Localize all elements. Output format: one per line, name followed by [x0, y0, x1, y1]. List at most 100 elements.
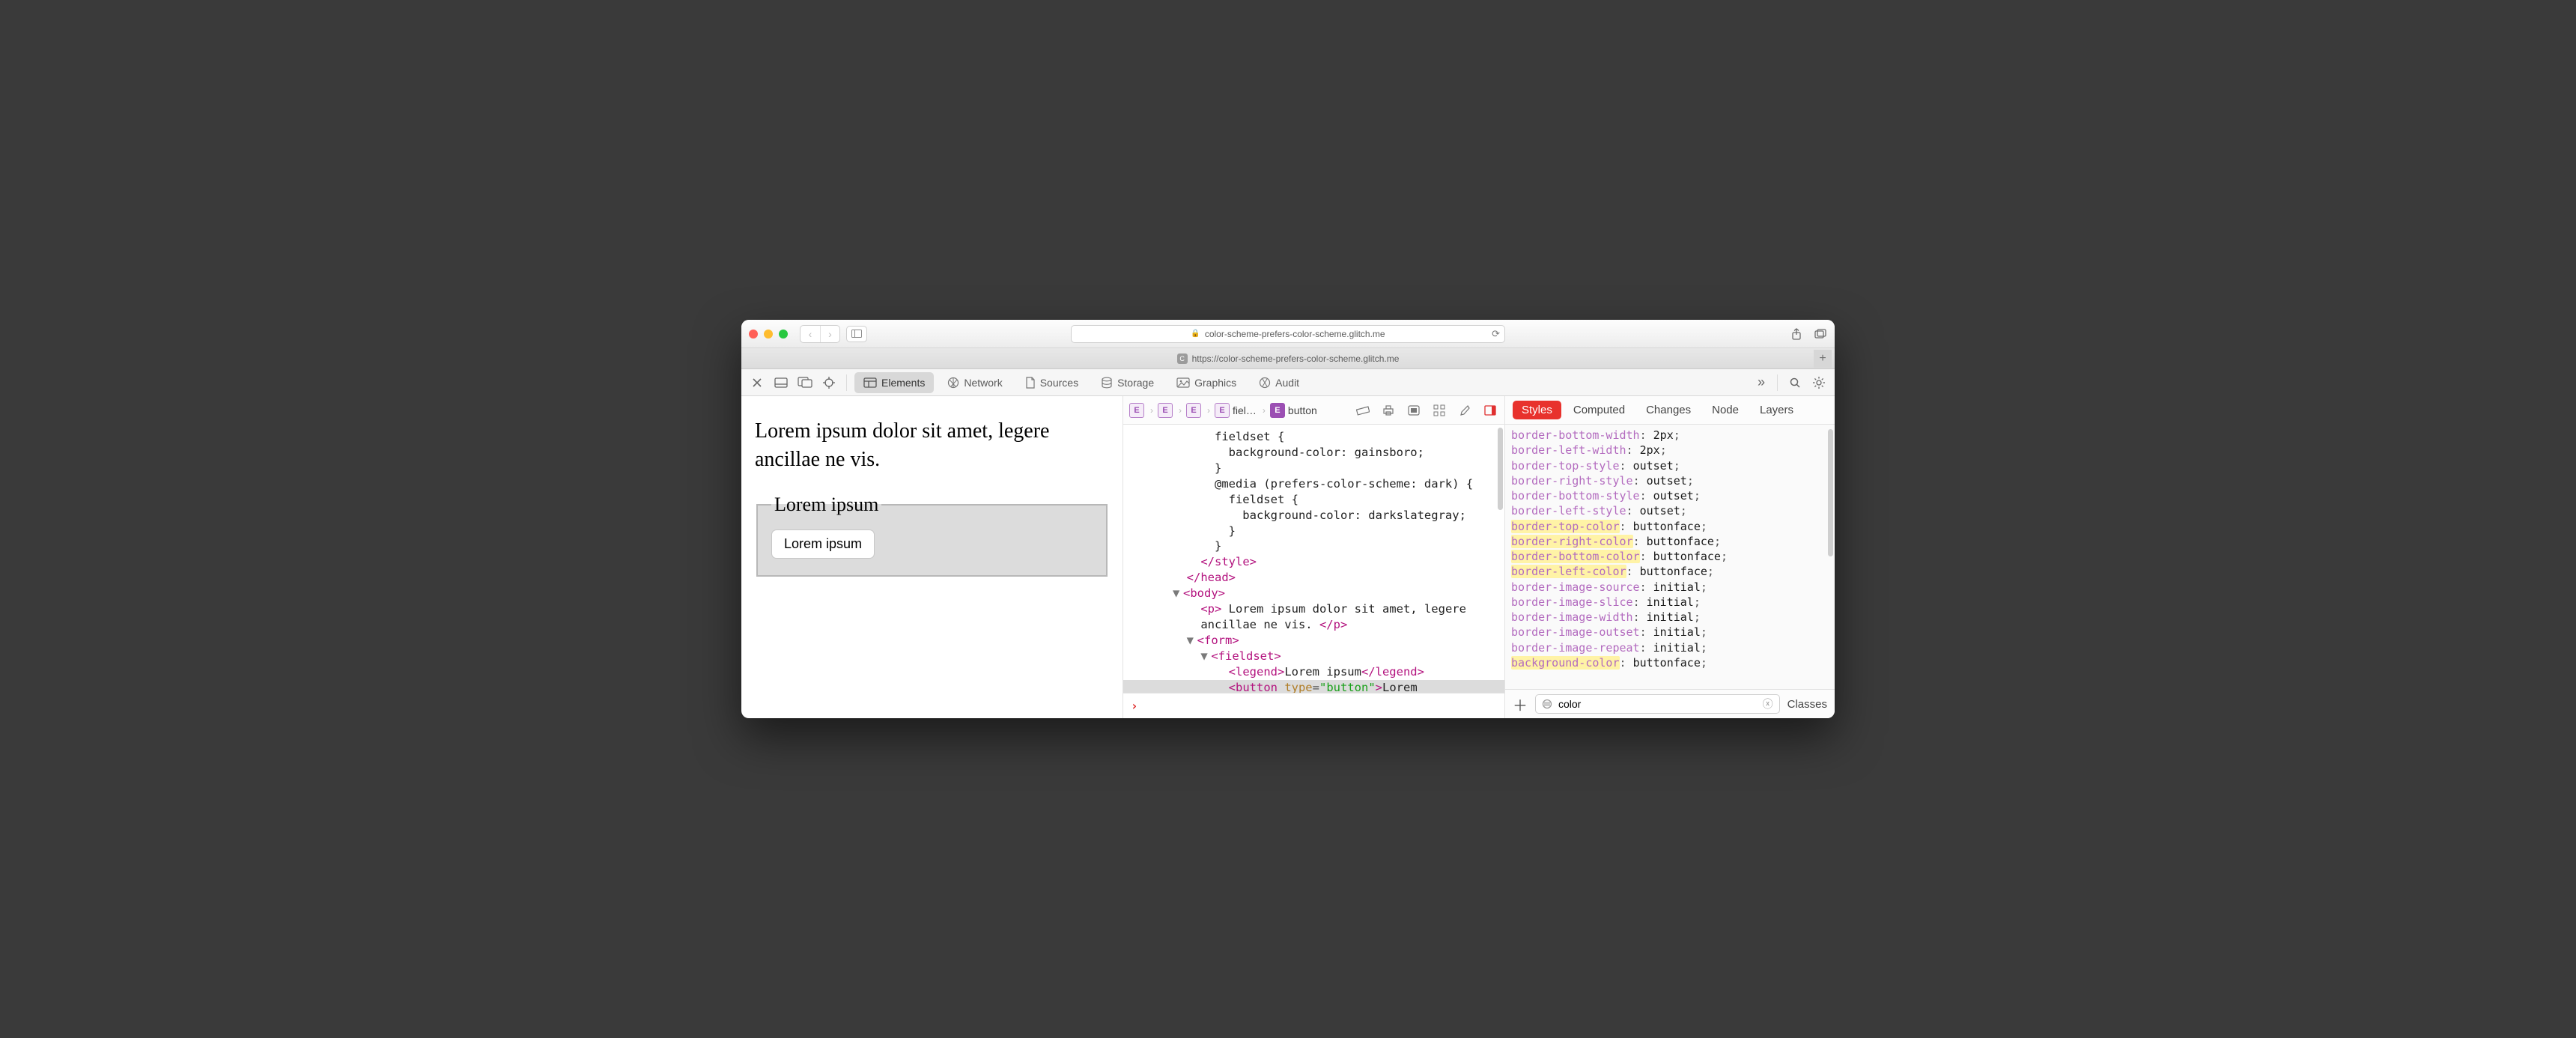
grid-icon[interactable]: [1431, 402, 1448, 419]
ruler-icon[interactable]: [1355, 402, 1371, 419]
style-property-row[interactable]: border-right-style: outset;: [1511, 473, 1829, 488]
styles-pane: Styles Computed Changes Node Layers bord…: [1505, 396, 1835, 718]
style-property-row[interactable]: border-bottom-color: buttonface;: [1511, 549, 1829, 564]
style-property-name: border-left-width: [1511, 443, 1626, 457]
page-fieldset: Lorem ipsum Lorem ipsum: [756, 494, 1108, 577]
tab-sources-label: Sources: [1040, 377, 1078, 389]
style-property-value: outset: [1633, 459, 1674, 473]
style-property-row[interactable]: border-image-repeat: initial;: [1511, 640, 1829, 655]
style-property-name: border-left-style: [1511, 504, 1626, 518]
crumb-html[interactable]: E›: [1129, 403, 1156, 418]
tab-elements[interactable]: Elements: [854, 372, 934, 393]
style-property-row[interactable]: border-bottom-width: 2px;: [1511, 428, 1829, 443]
crumb-form[interactable]: E›: [1186, 403, 1213, 418]
tabs-overview-icon[interactable]: [1814, 327, 1827, 341]
styles-footer: ＋ ⓧ Classes: [1505, 690, 1835, 718]
inspector-toolbar: Elements Network Sources Storage Graphic…: [741, 369, 1835, 396]
tab-audit[interactable]: Audit: [1250, 372, 1308, 393]
dock-bottom-icon[interactable]: [771, 373, 791, 392]
tab-storage[interactable]: Storage: [1092, 372, 1163, 393]
style-property-row[interactable]: border-top-color: buttonface;: [1511, 519, 1829, 534]
reload-icon[interactable]: ⟳: [1492, 328, 1500, 340]
styles-scrollbar[interactable]: [1828, 429, 1833, 556]
window-titlebar: ‹ › 🔒 color-scheme-prefers-color-scheme.…: [741, 320, 1835, 348]
style-property-row[interactable]: border-image-width: initial;: [1511, 610, 1829, 625]
styles-filter: ⓧ: [1535, 694, 1780, 714]
caret-icon[interactable]: ▼: [1173, 586, 1183, 601]
crumb-fieldset[interactable]: Efiel…›: [1215, 403, 1269, 418]
styles-tab-computed[interactable]: Computed: [1564, 401, 1634, 419]
close-window-icon[interactable]: [749, 330, 758, 339]
print-icon[interactable]: [1380, 402, 1397, 419]
styles-tab-layers[interactable]: Layers: [1751, 401, 1802, 419]
overflow-icon[interactable]: »: [1753, 374, 1770, 390]
style-property-name: border-image-width: [1511, 610, 1633, 624]
style-property-row[interactable]: border-left-style: outset;: [1511, 503, 1829, 518]
style-property-name: border-bottom-color: [1511, 550, 1640, 563]
page-paragraph: Lorem ipsum dolor sit amet, legere ancil…: [755, 417, 1109, 474]
force-state-icon[interactable]: [1406, 402, 1422, 419]
tab-graphics[interactable]: Graphics: [1167, 372, 1245, 393]
close-inspector-icon[interactable]: [747, 373, 767, 392]
style-property-value: 2px: [1640, 443, 1660, 457]
style-property-name: border-bottom-style: [1511, 489, 1640, 503]
style-property-name: border-top-color: [1511, 520, 1620, 533]
styles-tab-styles[interactable]: Styles: [1513, 401, 1561, 419]
share-icon[interactable]: [1790, 327, 1803, 341]
crumb-body[interactable]: E›: [1158, 403, 1185, 418]
forward-button[interactable]: ›: [820, 326, 839, 342]
classes-toggle[interactable]: Classes: [1787, 698, 1827, 711]
style-property-row[interactable]: border-image-slice: initial;: [1511, 595, 1829, 610]
style-property-value: buttonface: [1633, 520, 1701, 533]
address-bar[interactable]: 🔒 color-scheme-prefers-color-scheme.glit…: [1071, 325, 1505, 343]
style-property-row[interactable]: border-image-source: initial;: [1511, 580, 1829, 595]
page-legend: Lorem ipsum: [771, 494, 881, 516]
filter-icon: [1542, 699, 1552, 709]
paint-icon[interactable]: [1456, 402, 1473, 419]
dom-selected-node[interactable]: <button type="button">Lorem: [1123, 680, 1504, 693]
styles-tab-node[interactable]: Node: [1703, 401, 1748, 419]
styles-tab-changes[interactable]: Changes: [1637, 401, 1700, 419]
style-property-row[interactable]: background-color: buttonface;: [1511, 655, 1829, 670]
zoom-window-icon[interactable]: [779, 330, 788, 339]
style-property-row[interactable]: border-top-style: outset;: [1511, 458, 1829, 473]
dom-scrollbar[interactable]: [1498, 428, 1503, 510]
clear-filter-icon[interactable]: ⓧ: [1763, 696, 1773, 711]
crumb-button[interactable]: Ebutton: [1270, 403, 1317, 418]
caret-icon[interactable]: ▼: [1187, 633, 1197, 649]
new-rule-button[interactable]: ＋: [1513, 693, 1528, 715]
inspector-content: Lorem ipsum dolor sit amet, legere ancil…: [741, 396, 1835, 718]
new-tab-button[interactable]: +: [1814, 350, 1832, 368]
sidebar-toggle-icon[interactable]: [846, 326, 867, 342]
style-property-value: outset: [1647, 474, 1687, 488]
style-property-value: outset: [1640, 504, 1680, 518]
style-property-name: background-color: [1511, 656, 1620, 670]
minimize-window-icon[interactable]: [764, 330, 773, 339]
style-property-value: buttonface: [1653, 550, 1721, 563]
tab-network[interactable]: Network: [938, 372, 1011, 393]
console-bar[interactable]: ›: [1123, 693, 1504, 718]
styles-filter-input[interactable]: [1557, 697, 1758, 711]
tab-elements-label: Elements: [881, 377, 925, 389]
style-property-row[interactable]: border-right-color: buttonface;: [1511, 534, 1829, 549]
style-property-row[interactable]: border-bottom-style: outset;: [1511, 488, 1829, 503]
gear-icon[interactable]: [1809, 373, 1829, 392]
back-button[interactable]: ‹: [801, 326, 820, 342]
style-property-row[interactable]: border-left-color: buttonface;: [1511, 564, 1829, 579]
search-icon[interactable]: [1785, 373, 1805, 392]
style-property-row[interactable]: border-left-width: 2px;: [1511, 443, 1829, 458]
target-icon[interactable]: [819, 373, 839, 392]
details-sidebar-icon[interactable]: [1482, 402, 1498, 419]
styles-list[interactable]: border-bottom-width: 2px;border-left-wid…: [1505, 425, 1835, 690]
tab-graphics-label: Graphics: [1194, 377, 1236, 389]
style-property-row[interactable]: border-image-outset: initial;: [1511, 625, 1829, 640]
tab-title[interactable]: https://color-scheme-prefers-color-schem…: [1192, 353, 1400, 364]
dom-tree[interactable]: fieldset { background-color: gainsboro; …: [1123, 425, 1504, 693]
style-property-value: buttonface: [1640, 565, 1707, 578]
caret-icon[interactable]: ▼: [1200, 649, 1211, 664]
page-button[interactable]: Lorem ipsum: [771, 529, 875, 559]
tab-sources[interactable]: Sources: [1016, 372, 1087, 393]
browser-tabbar: C https://color-scheme-prefers-color-sch…: [741, 348, 1835, 369]
dock-side-icon[interactable]: [795, 373, 815, 392]
style-property-value: initial: [1653, 625, 1701, 639]
